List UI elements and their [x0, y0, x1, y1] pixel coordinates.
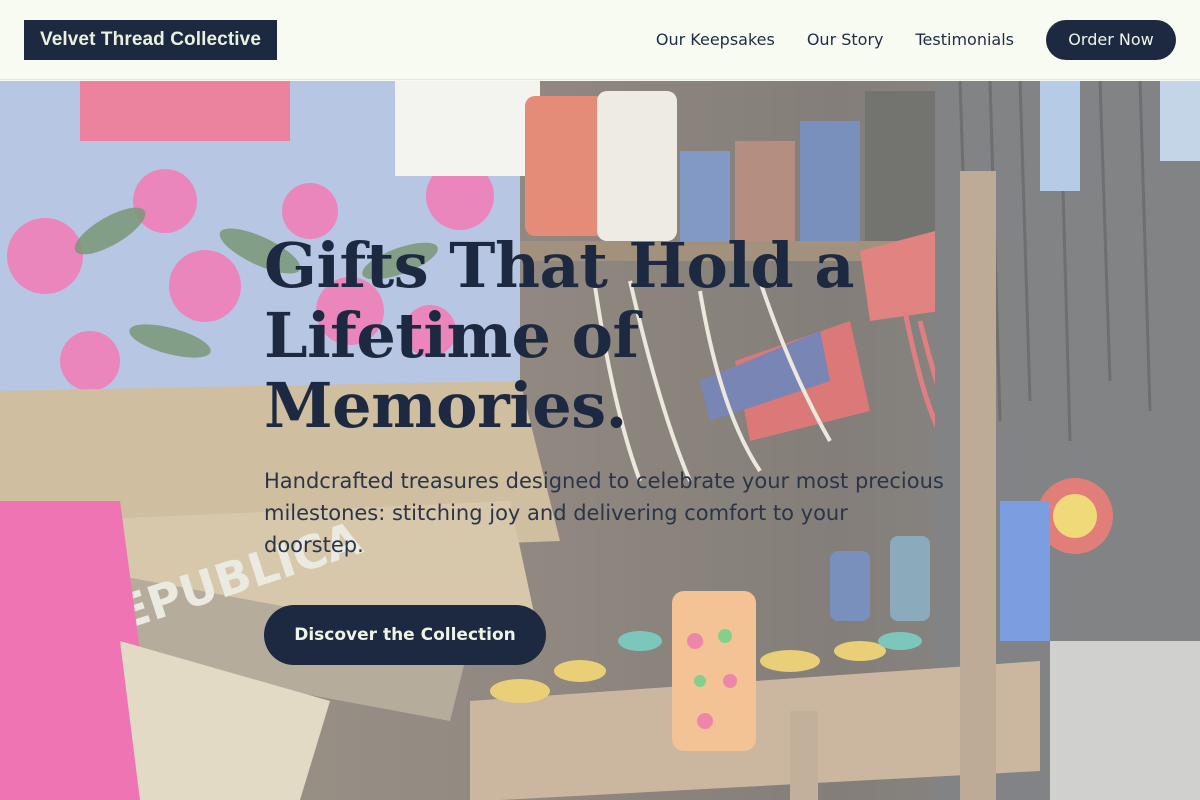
order-now-button[interactable]: Order Now: [1046, 19, 1176, 60]
nav-link-testimonials[interactable]: Testimonials: [916, 30, 1015, 49]
discover-collection-button[interactable]: Discover the Collection: [264, 605, 546, 665]
brand-logo[interactable]: Velvet Thread Collective: [24, 19, 277, 60]
hero-subtitle: Handcrafted treasures designed to celebr…: [264, 469, 944, 557]
nav-link-story[interactable]: Our Story: [807, 30, 884, 49]
nav-link-keepsakes[interactable]: Our Keepsakes: [656, 30, 775, 49]
site-header: Velvet Thread Collective Our Keepsakes O…: [0, 0, 1200, 80]
main-nav: Our Keepsakes Our Story Testimonials Ord…: [624, 19, 1176, 60]
hero-content: Gifts That Hold a Lifetime of Memories. …: [264, 231, 964, 665]
hero-section: REPUBLICA Gifts That Hold a Lifetime of …: [0, 81, 1200, 800]
hero-title: Gifts That Hold a Lifetime of Memories.: [264, 229, 855, 442]
